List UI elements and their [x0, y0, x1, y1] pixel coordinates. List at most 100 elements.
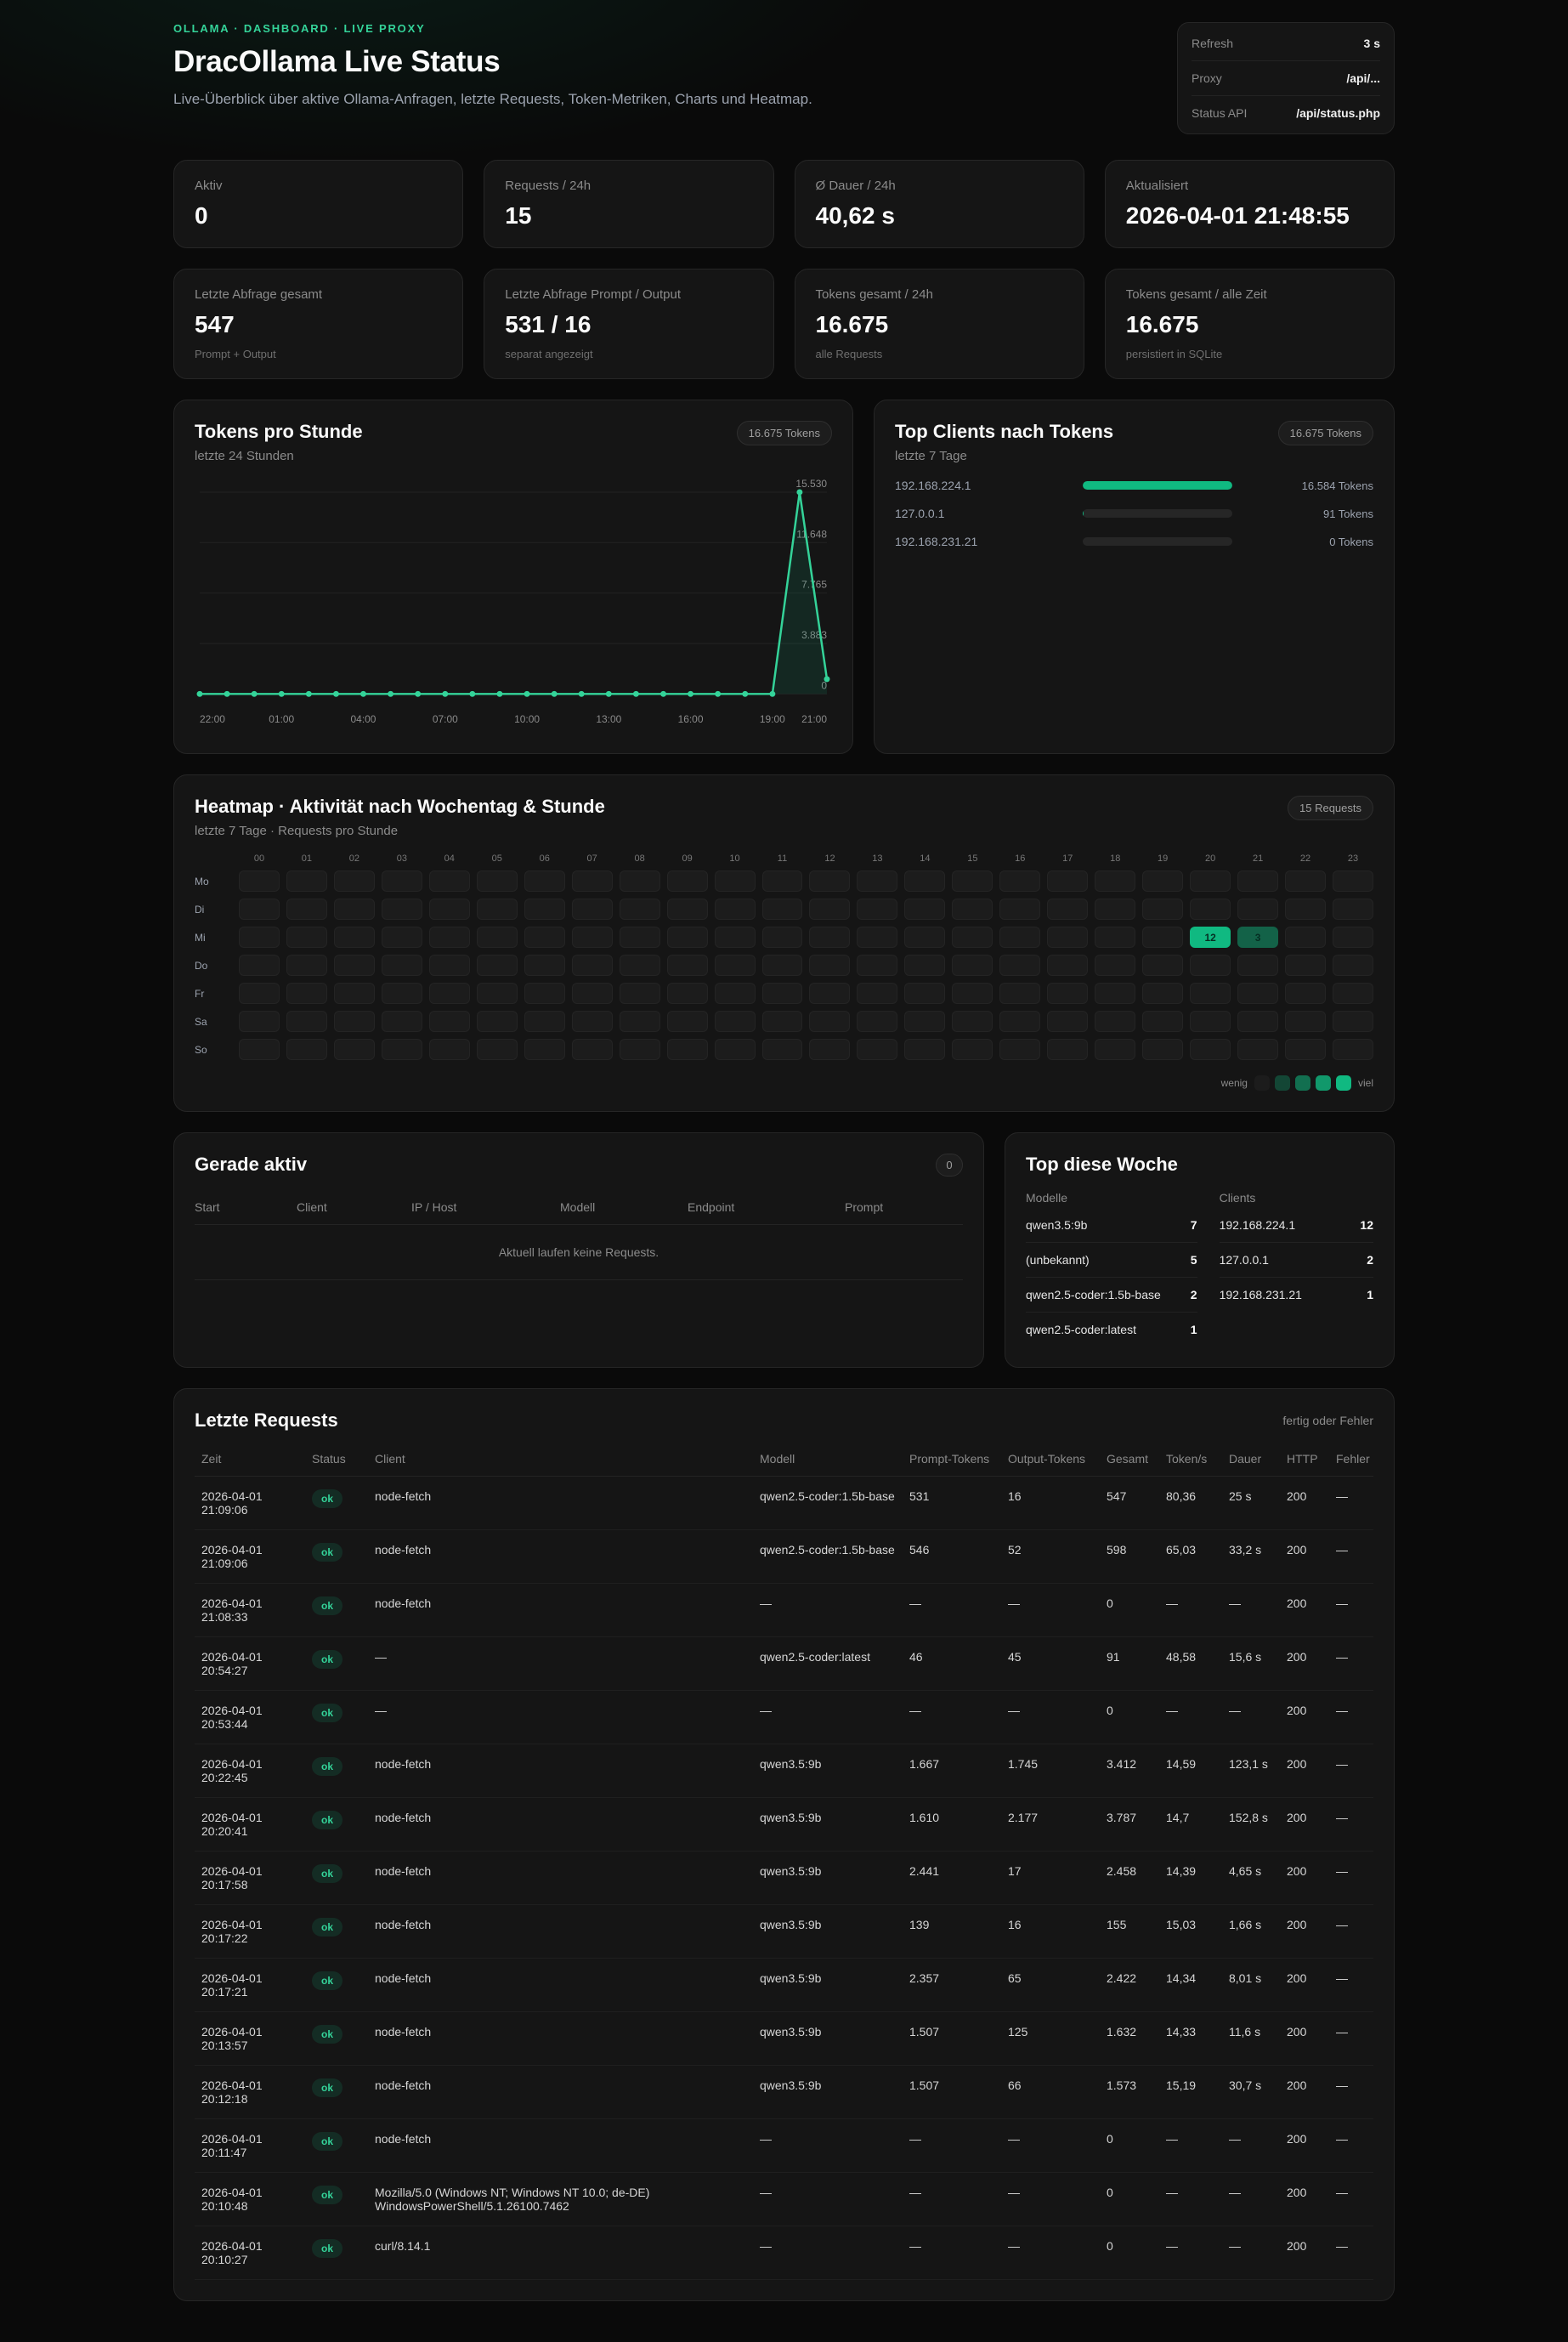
stats-row-primary: Aktiv0Requests / 24h15Ø Dauer / 24h40,62…	[173, 160, 1395, 248]
heatmap-cell	[239, 983, 280, 1004]
column-header: Modell	[560, 1192, 688, 1224]
cell-client: —	[368, 1637, 753, 1691]
table-row: 2026-04-01 20:10:48okMozilla/5.0 (Window…	[195, 2173, 1373, 2226]
cell-zeit: 2026-04-01 21:09:06	[195, 1530, 305, 1584]
cell-token-s: 14,34	[1159, 1959, 1222, 2012]
card-head-text: Tokens pro Stunde letzte 24 Stunden	[195, 421, 363, 463]
cell-fehler: —	[1329, 1477, 1373, 1530]
heatmap-cell	[524, 955, 565, 976]
cell-prompt-tokens: 531	[903, 1477, 1001, 1530]
token-bar-track	[1083, 509, 1232, 518]
cell-gesamt: 1.632	[1100, 2012, 1159, 2066]
hour-label: 13	[857, 853, 897, 864]
cell-gesamt: 0	[1100, 2173, 1159, 2226]
cell-modell: qwen2.5-coder:1.5b-base	[753, 1530, 903, 1584]
cell-output-tokens: 16	[1001, 1905, 1100, 1959]
heatmap-cell	[524, 899, 565, 920]
cell-dauer: 152,8 s	[1222, 1798, 1280, 1851]
hour-label: 08	[620, 853, 660, 864]
heatmap-cell	[809, 899, 850, 920]
config-value: /api/...	[1346, 71, 1380, 85]
heatmap-legend: wenig viel	[195, 1075, 1373, 1091]
list-item: 192.168.231.211	[1220, 1278, 1373, 1312]
stat-caption: Prompt + Output	[195, 348, 442, 360]
heatmap-cell	[809, 927, 850, 948]
cell-fehler: —	[1329, 1530, 1373, 1584]
config-value: /api/status.php	[1296, 106, 1380, 120]
heatmap-cell	[429, 870, 470, 892]
x-axis-label: 16:00	[678, 713, 704, 725]
heatmap-cell	[1285, 955, 1326, 976]
client-token-value: 91 Tokens	[1246, 508, 1373, 520]
heatmap-cell	[1142, 899, 1183, 920]
cell-status: ok	[305, 2119, 368, 2173]
cell-token-s: —	[1159, 1691, 1222, 1744]
heatmap-cell	[1047, 955, 1088, 976]
cell-fehler: —	[1329, 2012, 1373, 2066]
heatmap-cell	[904, 870, 945, 892]
heatmap-cell	[429, 927, 470, 948]
cell-zeit: 2026-04-01 21:09:06	[195, 1477, 305, 1530]
heatmap-cell	[1333, 1039, 1373, 1060]
active-empty-message: Aktuell laufen keine Requests.	[195, 1225, 963, 1280]
header-text-block: OLLAMA · DASHBOARD · LIVE PROXY DracOlla…	[173, 22, 812, 108]
list-item: 127.0.0.12	[1220, 1243, 1373, 1278]
cell-token-s: 14,59	[1159, 1744, 1222, 1798]
cell-status: ok	[305, 1744, 368, 1798]
heatmap-cell	[382, 1039, 422, 1060]
cell-zeit: 2026-04-01 20:13:57	[195, 2012, 305, 2066]
cell-gesamt: 0	[1100, 2119, 1159, 2173]
item-name: qwen3.5:9b	[1026, 1218, 1087, 1232]
heatmap-cell	[952, 955, 993, 976]
cell-fehler: —	[1329, 1798, 1373, 1851]
cell-prompt-tokens: —	[903, 1584, 1001, 1637]
token-bar-track	[1083, 481, 1232, 490]
cell-dauer: —	[1222, 2119, 1280, 2173]
hour-label: 17	[1047, 853, 1088, 864]
item-count: 2	[1367, 1253, 1373, 1267]
cell-output-tokens: 17	[1001, 1851, 1100, 1905]
heatmap-cell	[904, 983, 945, 1004]
cell-zeit: 2026-04-01 20:17:21	[195, 1959, 305, 2012]
heatmap-cell	[667, 927, 708, 948]
cell-dauer: 1,66 s	[1222, 1905, 1280, 1959]
heatmap-cell	[667, 983, 708, 1004]
heatmap-cell	[1333, 899, 1373, 920]
cell-zeit: 2026-04-01 20:17:22	[195, 1905, 305, 1959]
heatmap-cell	[809, 1039, 850, 1060]
heatmap-cell	[999, 899, 1040, 920]
chart-point	[496, 691, 502, 697]
heatmap-cell	[429, 983, 470, 1004]
status-badge: ok	[312, 1811, 342, 1829]
heatmap-cell	[999, 1039, 1040, 1060]
cell-status: ok	[305, 1798, 368, 1851]
cell-fehler: —	[1329, 1691, 1373, 1744]
item-count: 5	[1191, 1253, 1197, 1267]
heatmap-cell	[334, 870, 375, 892]
cell-prompt-tokens: —	[903, 2173, 1001, 2226]
cell-output-tokens: 1.745	[1001, 1744, 1100, 1798]
chart-point	[769, 691, 775, 697]
cell-output-tokens: —	[1001, 1584, 1100, 1637]
heatmap-cell	[715, 983, 756, 1004]
heatmap-cell	[572, 870, 613, 892]
x-axis-label: 21:00	[801, 713, 827, 725]
cell-prompt-tokens: 1.610	[903, 1798, 1001, 1851]
cell-http: 200	[1280, 2012, 1329, 2066]
list-item: qwen3.5:9b7	[1026, 1208, 1197, 1243]
chart-point	[306, 691, 312, 697]
column-header: Client	[368, 1442, 753, 1477]
chart-point	[224, 691, 230, 697]
cell-status: ok	[305, 2173, 368, 2226]
hour-label: 02	[334, 853, 375, 864]
page-header: OLLAMA · DASHBOARD · LIVE PROXY DracOlla…	[173, 22, 1395, 134]
heatmap-cell	[286, 1011, 327, 1032]
cell-dauer: 11,6 s	[1222, 2012, 1280, 2066]
item-count: 2	[1191, 1288, 1197, 1301]
hour-label: 23	[1333, 853, 1373, 864]
heatmap-cell	[286, 955, 327, 976]
cell-output-tokens: 66	[1001, 2066, 1100, 2119]
legend-low-label: wenig	[1221, 1077, 1248, 1089]
heatmap-cell	[715, 1039, 756, 1060]
heatmap-cell	[999, 1011, 1040, 1032]
